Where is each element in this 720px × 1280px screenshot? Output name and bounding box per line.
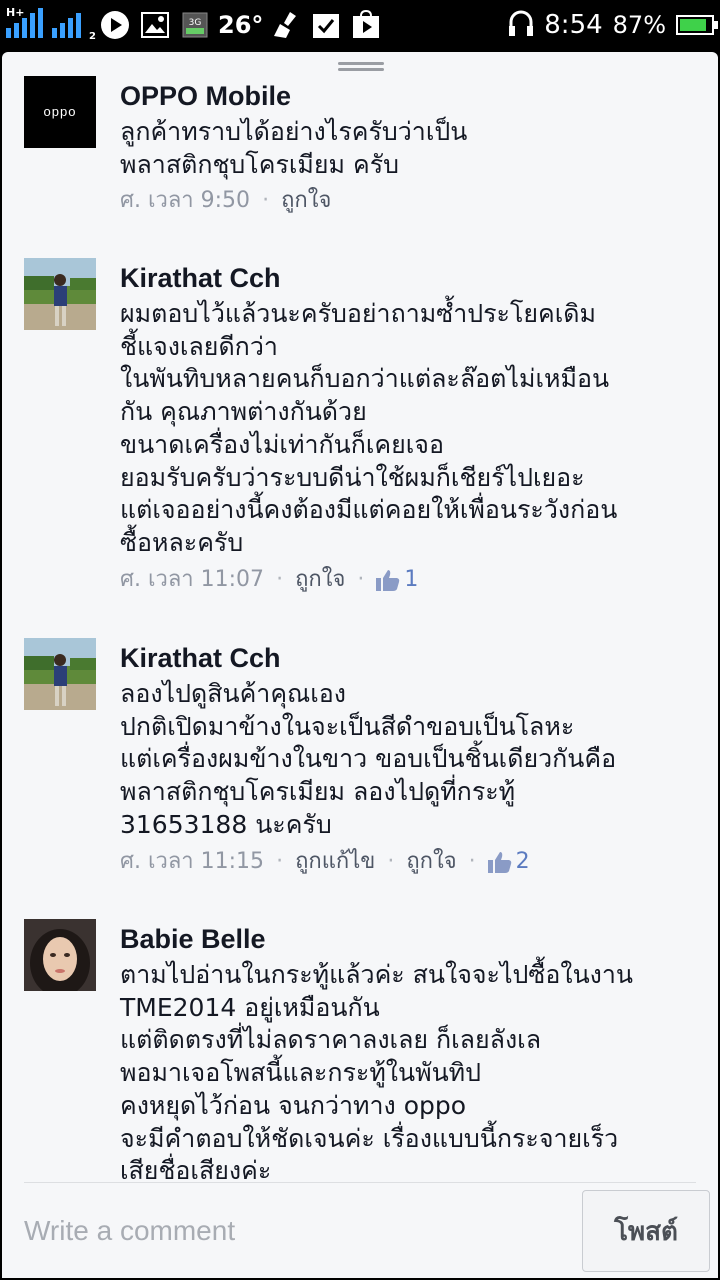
comment-timestamp: ศ. เวลา 9:50: [120, 188, 251, 214]
drag-handle[interactable]: [338, 62, 384, 72]
temperature-label: 26°: [218, 11, 264, 39]
3g-icon: 3G: [178, 9, 212, 41]
like-button[interactable]: ถูกใจ: [295, 560, 345, 600]
thumbs-up-icon: [487, 851, 511, 873]
battery-percent-label: 87%: [612, 11, 666, 39]
like-count[interactable]: 2: [487, 842, 530, 882]
comment-composer: โพสต์: [2, 1182, 718, 1278]
clock-label: 8:54: [544, 10, 603, 40]
signal-icon: 2: [52, 8, 96, 42]
comments-list[interactable]: oppo OPPO Mobile ลูกค้าทราบได้อย่างไรครั…: [2, 74, 718, 1182]
like-button[interactable]: ถูกใจ: [406, 842, 456, 882]
check-icon: [309, 9, 343, 41]
battery-icon: [676, 15, 718, 35]
comments-sheet: oppo OPPO Mobile ลูกค้าทราบได้อย่างไรครั…: [2, 52, 718, 1278]
svg-text:3G: 3G: [189, 18, 202, 28]
headphones-icon: [508, 9, 534, 41]
comment-input[interactable]: [24, 1208, 564, 1254]
comment-author[interactable]: OPPO Mobile: [120, 76, 680, 116]
comment-author[interactable]: Babie Belle: [120, 919, 680, 959]
avatar[interactable]: [24, 919, 96, 991]
play-icon: [98, 9, 132, 41]
like-button[interactable]: ถูกใจ: [281, 181, 331, 221]
comment-meta: ศ. เวลา 11:07 · ถูกใจ · 1: [120, 560, 680, 600]
composer-divider: [24, 1182, 696, 1183]
avatar[interactable]: oppo: [24, 76, 96, 148]
comment-meta: ศ. เวลา 9:50 · ถูกใจ: [120, 181, 680, 221]
status-bar: H+ 2 3G 26° 8:54 87%: [0, 0, 720, 50]
comment-author[interactable]: Kirathat Cch: [120, 258, 680, 298]
comment-text: ลูกค้าทราบได้อย่างไรครับว่าเป็น พลาสติกช…: [120, 117, 468, 179]
signal-icon: H+: [6, 6, 46, 42]
comment-text: ลองไปดูสินค้าคุณเอง ปกติเปิดมาข้างในจะเป…: [120, 679, 617, 839]
image-icon: [138, 9, 172, 41]
avatar[interactable]: [24, 258, 96, 330]
post-button[interactable]: โพสต์: [582, 1190, 710, 1272]
comment-author[interactable]: Kirathat Cch: [120, 638, 680, 678]
comment-meta: ศ. เวลา 11:15 · ถูกแก้ไข · ถูกใจ · 2: [120, 842, 680, 882]
comment-timestamp: ศ. เวลา 11:15: [120, 848, 265, 874]
status-left-icons: H+ 2 3G 26°: [6, 4, 383, 46]
avatar[interactable]: [24, 638, 96, 710]
svg-text:oppo: oppo: [44, 104, 77, 119]
sim-slot-label: 2: [89, 31, 96, 42]
status-right-icons: 8:54 87%: [508, 4, 718, 46]
like-count[interactable]: 1: [376, 560, 418, 600]
cleaner-icon: [269, 9, 303, 41]
comment-timestamp: ศ. เวลา 11:07: [120, 566, 265, 592]
comment-text: ตามไปอ่านในกระทู้แล้วค่ะ สนใจจะไปซื้อในง…: [120, 960, 634, 1182]
edited-link[interactable]: ถูกแก้ไข: [295, 842, 375, 882]
thumbs-up-icon: [376, 569, 400, 591]
comment-text: ผมตอบไว้แล้วนะครับอย่าถามซ้ำประโยคเดิม ช…: [120, 299, 618, 557]
play-store-icon: [349, 9, 383, 41]
